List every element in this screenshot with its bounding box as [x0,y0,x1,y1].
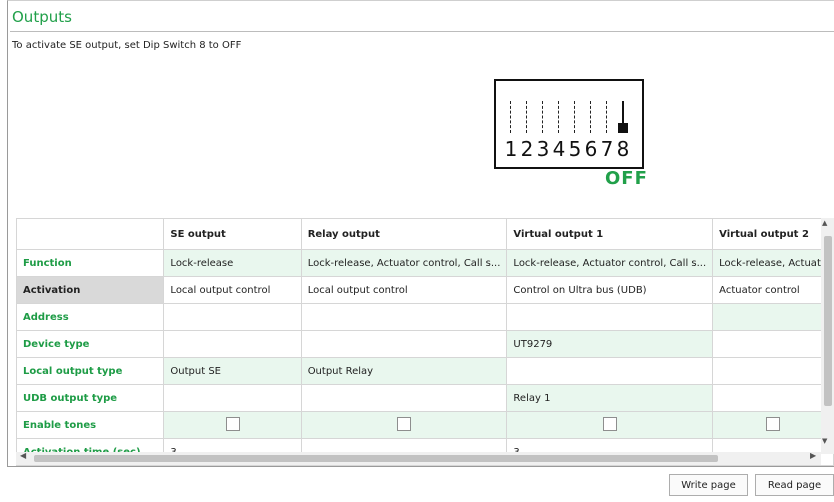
column-header-corner [16,218,165,250]
table-cell[interactable] [712,411,834,439]
table-cell[interactable] [300,384,508,412]
table-cell[interactable]: Lock-release, Actuato [712,249,834,277]
table-cell[interactable]: Actuator control [712,276,834,304]
row-header[interactable]: Local output type [16,357,165,385]
row-header[interactable]: Address [16,303,165,331]
table-row[interactable]: Function Lock-release Lock-release, Actuat… [16,249,834,277]
column-header: Relay output [300,218,508,250]
table-row[interactable]: Address [16,303,834,331]
dip-switch-number: 2 [520,137,534,161]
dip-switch-number: 3 [536,137,550,161]
dip-switch-number: 4 [552,137,566,161]
dip-switch-track [590,101,592,133]
enable-tones-checkbox[interactable] [225,416,240,431]
table-cell[interactable] [712,303,834,331]
scroll-down-icon[interactable]: ▼ [822,437,827,445]
dip-switch-number: 1 [504,137,518,161]
scroll-up-icon[interactable]: ▲ [822,219,827,227]
table-cell[interactable] [163,384,302,412]
instruction-text: To activate SE output, set Dip Switch 8 … [12,40,242,51]
dip-switch-number: 6 [584,137,598,161]
table-cell[interactable] [506,357,714,385]
table-cell[interactable] [300,330,508,358]
table-cell[interactable]: Lock-release, Actuator control, Call s..… [300,249,508,277]
table-row[interactable]: Enable tones [16,411,834,439]
dip-switch-knob [618,123,628,133]
table-row[interactable]: Activation Local output control Local outp… [16,276,834,304]
title-divider [10,31,834,32]
table-cell[interactable] [163,303,302,331]
row-header[interactable]: Activation [16,276,165,304]
row-header[interactable]: UDB output type [16,384,165,412]
dip-switch-track [574,101,576,133]
dip-switch-track [510,101,512,133]
enable-tones-checkbox[interactable] [766,416,781,431]
table-cell[interactable]: Lock-release, Actuator control, Call s..… [506,249,714,277]
dip-switch-diagram: 12345678 [494,79,644,169]
table-cell[interactable]: Relay 1 [506,384,714,412]
table-cell[interactable] [712,330,834,358]
enable-tones-checkbox[interactable] [397,416,412,431]
table-row[interactable]: UDB output type Relay 1 [16,384,834,412]
page-title: Outputs [12,8,72,26]
row-header[interactable]: Enable tones [16,411,165,439]
dip-switch-number: 5 [568,137,582,161]
outputs-grid: SE output Relay output Virtual output 1 Vir… [16,218,834,466]
horizontal-scroll-thumb[interactable] [34,455,718,462]
column-header: SE output [163,218,302,250]
table-cell[interactable]: Local output control [163,276,302,304]
dip-switch-number: 7 [600,137,614,161]
vertical-scroll-thumb[interactable] [824,236,832,406]
dip-switch-state: OFF [605,168,648,189]
table-cell[interactable] [163,411,302,439]
dip-switch-lever [622,101,624,123]
write-page-button[interactable]: Write page [669,474,748,496]
enable-tones-checkbox[interactable] [602,416,617,431]
dip-switch-track [542,101,544,133]
table-cell[interactable] [712,384,834,412]
dip-switch-track [558,101,560,133]
table-cell[interactable]: Output SE [163,357,302,385]
scroll-left-icon[interactable]: ◀ [20,451,26,460]
table-cell[interactable]: Control on Ultra bus (UDB) [506,276,714,304]
column-header: Virtual output 1 [506,218,714,250]
table-cell[interactable]: Output Relay [300,357,508,385]
dip-switch-number: 8 [616,137,630,161]
table-cell[interactable] [300,303,508,331]
dip-switch-track [526,101,528,133]
table-cell[interactable] [163,330,302,358]
table-row[interactable]: Local output type Output SE Output Relay [16,357,834,385]
dip-switch-track [606,101,608,133]
table-cell[interactable] [712,357,834,385]
table-cell[interactable]: Lock-release [163,249,302,277]
read-page-button[interactable]: Read page [755,474,834,496]
footer-divider [7,466,834,467]
table-cell[interactable] [506,303,714,331]
table-cell[interactable]: Local output control [300,276,508,304]
table-cell[interactable] [506,411,714,439]
table-cell[interactable]: UT9279 [506,330,714,358]
scroll-right-icon[interactable]: ▶ [810,451,816,460]
row-header[interactable]: Function [16,249,165,277]
table-row[interactable]: Device type UT9279 [16,330,834,358]
column-header: Virtual output 2 [712,218,834,250]
row-header[interactable]: Device type [16,330,165,358]
table-cell[interactable] [300,411,508,439]
